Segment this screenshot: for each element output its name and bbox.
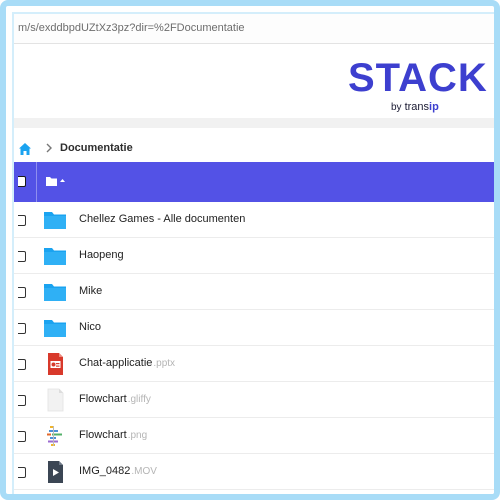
file-name: Haopeng	[79, 249, 124, 261]
address-bar[interactable]: m/s/exddbpdUZtXz3pz?dir=%2FDocumentatie	[14, 14, 494, 44]
file-name: Nico	[79, 321, 102, 333]
brand-logo[interactable]: STACK by transip	[344, 56, 494, 116]
folder-icon	[42, 208, 68, 232]
file-row[interactable]: Flowchart.png	[14, 418, 494, 454]
blank-file-icon	[42, 388, 68, 412]
brand-sub-by: by	[391, 102, 402, 113]
brand-sub-ip: ip	[429, 101, 439, 113]
file-name-link[interactable]: Chat-applicatie.pptx	[79, 357, 175, 369]
file-name-link[interactable]: Flowchart.png	[79, 429, 147, 441]
file-name-link[interactable]: Mike	[79, 285, 102, 297]
browser-viewport: m/s/exddbpdUZtXz3pz?dir=%2FDocumentatie …	[12, 12, 494, 494]
file-name: Flowchart	[79, 429, 127, 441]
file-name: IMG_0482	[79, 465, 131, 477]
row-checkbox[interactable]	[18, 323, 26, 334]
file-name-link[interactable]: Chellez Games - Alle documenten	[79, 213, 245, 225]
brand-title: STACK	[348, 56, 488, 100]
file-row[interactable]: Flowchart.gliffy	[14, 382, 494, 418]
row-checkbox[interactable]	[18, 395, 26, 406]
row-checkbox[interactable]	[18, 467, 26, 478]
home-icon[interactable]	[18, 142, 32, 156]
file-extension: .png	[127, 430, 148, 441]
header-divider	[14, 118, 494, 128]
file-table-header	[14, 162, 494, 202]
presentation-file-icon	[42, 352, 68, 376]
sort-by-type-button[interactable]	[45, 174, 67, 188]
file-row[interactable]: IMG_0482.MOV	[14, 454, 494, 490]
breadcrumb-current[interactable]: Documentatie	[60, 142, 133, 154]
row-checkbox[interactable]	[18, 215, 26, 226]
brand-subtitle: by transip	[391, 101, 439, 113]
url-text: m/s/exddbpdUZtXz3pz?dir=%2FDocumentatie	[18, 22, 245, 34]
file-name: Mike	[79, 285, 103, 297]
file-name-link[interactable]: Haopeng	[79, 249, 124, 261]
file-row[interactable]: Mike	[14, 274, 494, 310]
file-name-link[interactable]: IMG_0482.MOV	[79, 465, 157, 477]
folder-icon	[42, 280, 68, 304]
file-name-link[interactable]: Nico	[79, 321, 101, 333]
file-name: Chat-applicatie	[79, 357, 153, 369]
file-row[interactable]: Haopeng	[14, 238, 494, 274]
image-file-icon	[42, 424, 68, 448]
file-name: Chellez Games - Alle documenten	[79, 213, 246, 225]
file-row[interactable]: Chellez Games - Alle documenten	[14, 202, 494, 238]
file-extension: .pptx	[153, 358, 176, 369]
select-all-checkbox[interactable]	[18, 176, 26, 187]
row-checkbox[interactable]	[18, 251, 26, 262]
row-checkbox[interactable]	[18, 431, 26, 442]
row-checkbox[interactable]	[18, 287, 26, 298]
row-checkbox[interactable]	[18, 359, 26, 370]
file-name: Flowchart	[79, 393, 127, 405]
video-file-icon	[42, 460, 68, 484]
file-extension: .gliffy	[127, 394, 151, 405]
screenshot-frame: m/s/exddbpdUZtXz3pz?dir=%2FDocumentatie …	[0, 0, 500, 500]
header-separator	[36, 162, 37, 202]
brand-sub-trans: trans	[404, 101, 430, 113]
file-row[interactable]: Nico	[14, 310, 494, 346]
folder-icon	[42, 316, 68, 340]
chevron-right-icon	[46, 143, 52, 153]
file-extension: .MOV	[131, 466, 157, 477]
file-row[interactable]: Chat-applicatie.pptx	[14, 346, 494, 382]
file-name-link[interactable]: Flowchart.gliffy	[79, 393, 151, 405]
folder-icon	[42, 244, 68, 268]
file-list: Chellez Games - Alle documenten Haopeng Mi…	[14, 202, 494, 490]
